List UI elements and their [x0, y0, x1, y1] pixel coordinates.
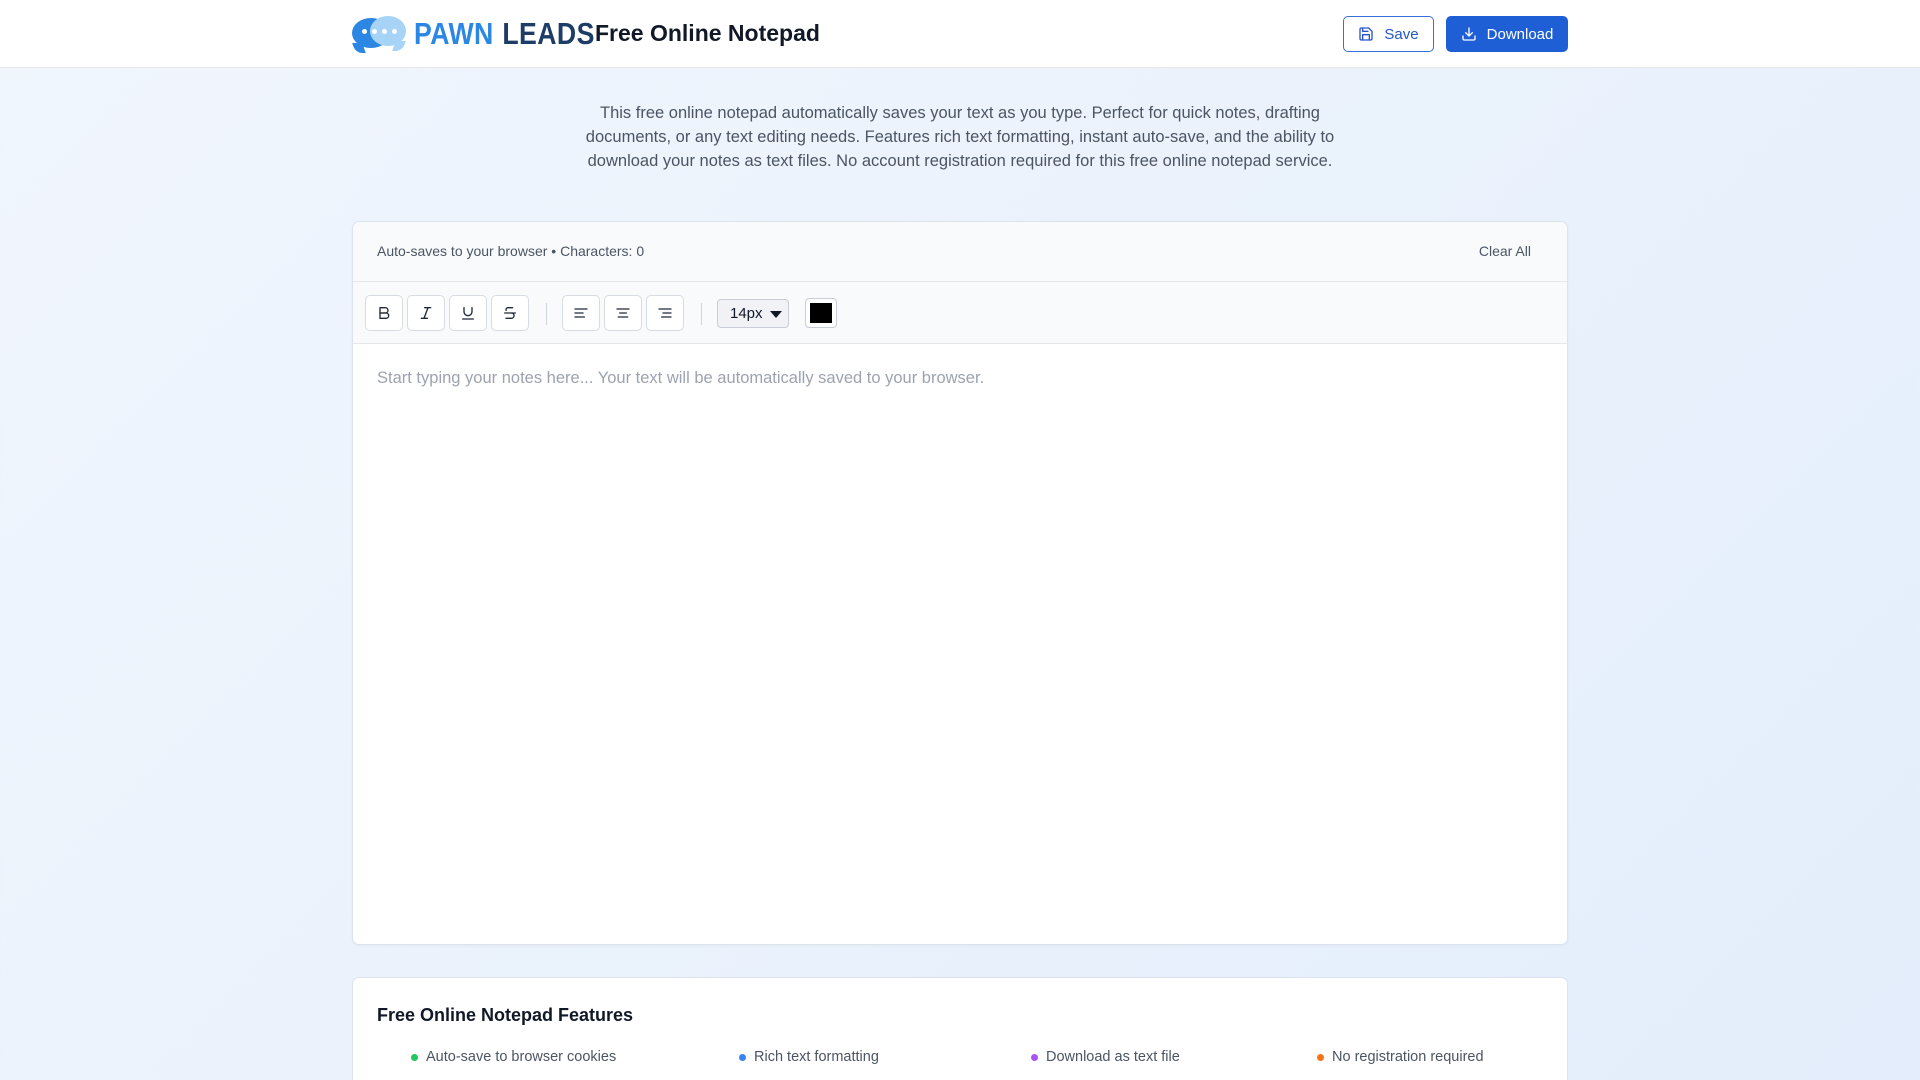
bullet-dot-icon — [739, 1053, 746, 1061]
bullet-dot-icon — [411, 1053, 418, 1061]
italic-button[interactable] — [407, 295, 445, 331]
underline-icon — [460, 305, 476, 321]
font-size-select[interactable]: 14px — [717, 299, 789, 328]
bullet-dot-icon — [1317, 1053, 1324, 1061]
toolbar-divider — [546, 303, 547, 325]
align-left-button[interactable] — [562, 295, 600, 331]
top-header: PAWN LEADS Free Online Notepad Save Down… — [0, 0, 1920, 68]
color-swatch-fill — [810, 303, 832, 323]
chevron-down-icon — [770, 311, 782, 318]
feature-item: Rich text formatting — [739, 1049, 879, 1065]
page-title: Free Online Notepad — [595, 20, 820, 46]
toolbar-divider — [701, 303, 702, 325]
feature-label: Download as text file — [1046, 1049, 1180, 1065]
bold-icon — [376, 305, 392, 321]
brand-logo[interactable]: PAWN LEADS — [352, 14, 624, 54]
intro-description: This free online notepad automatically s… — [585, 104, 1335, 170]
align-center-icon — [615, 305, 631, 321]
underline-button[interactable] — [449, 295, 487, 331]
align-right-button[interactable] — [646, 295, 684, 331]
features-card: Free Online Notepad Features Auto-save t… — [352, 977, 1568, 1080]
feature-label: Rich text formatting — [754, 1049, 879, 1065]
download-icon — [1461, 26, 1477, 42]
download-button[interactable]: Download — [1446, 16, 1568, 52]
download-button-label: Download — [1486, 25, 1554, 43]
feature-item: Auto-save to browser cookies — [411, 1049, 616, 1065]
brand-text-pawn: PAWN — [414, 16, 494, 51]
notepad-text-area[interactable]: Start typing your notes here... Your tex… — [353, 344, 1567, 944]
save-button[interactable]: Save — [1343, 16, 1434, 52]
editor-status-bar: Auto-saves to your browser • Characters:… — [353, 222, 1567, 282]
feature-label: No registration required — [1332, 1049, 1484, 1065]
bold-button[interactable] — [365, 295, 403, 331]
font-size-value: 14px — [730, 305, 763, 322]
bullet-dot-icon — [1031, 1053, 1038, 1061]
align-right-icon — [657, 305, 673, 321]
autosave-status: Auto-saves to your browser • Characters:… — [377, 243, 645, 259]
save-button-label: Save — [1384, 25, 1419, 43]
formatting-toolbar: 14px — [353, 282, 1567, 344]
brand-text-leads: LEADS — [502, 16, 595, 51]
feature-item: Download as text file — [1031, 1049, 1180, 1065]
strikethrough-icon — [502, 305, 518, 321]
text-color-picker[interactable] — [805, 298, 837, 328]
strikethrough-button[interactable] — [491, 295, 529, 331]
feature-label: Auto-save to browser cookies — [426, 1049, 617, 1065]
features-title: Free Online Notepad Features — [377, 1005, 634, 1025]
italic-icon — [418, 305, 434, 321]
brand-wordmark: PAWN LEADS — [414, 16, 595, 52]
editor-card: Auto-saves to your browser • Characters:… — [352, 221, 1568, 945]
feature-item: No registration required — [1317, 1049, 1484, 1065]
floppy-disk-icon — [1358, 26, 1374, 42]
align-left-icon — [573, 305, 589, 321]
chat-bubbles-icon — [352, 14, 406, 54]
clear-all-button[interactable]: Clear All — [1479, 243, 1531, 259]
editor-placeholder: Start typing your notes here... Your tex… — [377, 369, 985, 387]
align-center-button[interactable] — [604, 295, 642, 331]
